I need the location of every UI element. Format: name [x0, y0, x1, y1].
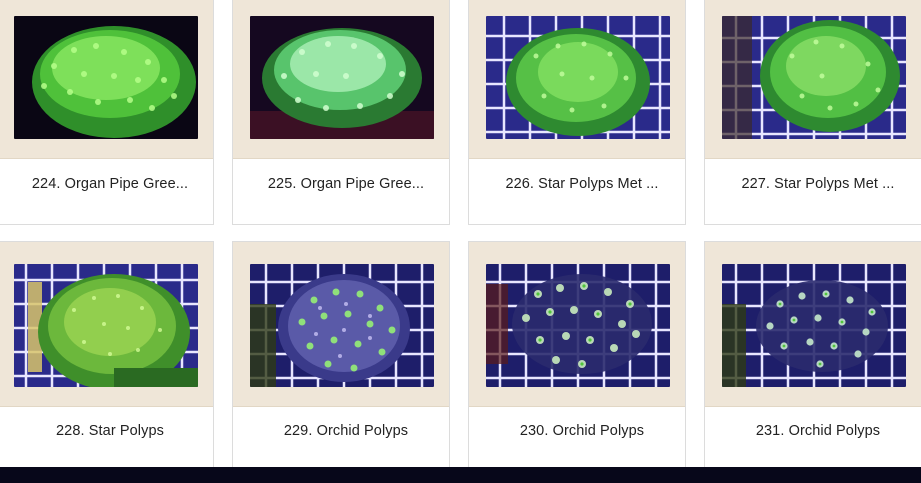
thumbnail-frame [233, 0, 449, 159]
product-card-227[interactable]: 227. Star Polyps Met ... [704, 0, 921, 225]
product-title-231[interactable]: 231. Orchid Polyps [715, 423, 921, 439]
thumbnail-frame [469, 242, 685, 407]
product-card-226[interactable]: 226. Star Polyps Met ... [468, 0, 686, 225]
product-title-226[interactable]: 226. Star Polyps Met ... [479, 176, 685, 192]
product-card-228[interactable]: 228. Star Polyps [0, 241, 214, 471]
thumbnail-frame [0, 0, 213, 159]
product-image-228[interactable] [14, 264, 198, 387]
product-card-230[interactable]: 230. Orchid Polyps [468, 241, 686, 471]
product-image-224[interactable] [14, 16, 198, 139]
product-card-225[interactable]: 225. Organ Pipe Gree... [232, 0, 450, 225]
product-image-231[interactable] [722, 264, 906, 387]
product-card-231[interactable]: 231. Orchid Polyps [704, 241, 921, 471]
bottom-bar [0, 467, 921, 483]
product-title-224[interactable]: 224. Organ Pipe Gree... [7, 176, 213, 192]
product-card-229[interactable]: 229. Orchid Polyps [232, 241, 450, 471]
product-gallery: 224. Organ Pipe Gree... 225. Organ Pipe … [0, 0, 921, 483]
product-image-226[interactable] [486, 16, 670, 139]
product-title-230[interactable]: 230. Orchid Polyps [479, 423, 685, 439]
product-title-227[interactable]: 227. Star Polyps Met ... [715, 176, 921, 192]
thumbnail-frame [705, 242, 921, 407]
product-image-225[interactable] [250, 16, 434, 139]
product-image-229[interactable] [250, 264, 434, 387]
product-title-228[interactable]: 228. Star Polyps [7, 423, 213, 439]
product-card-224[interactable]: 224. Organ Pipe Gree... [0, 0, 214, 225]
thumbnail-frame [0, 242, 213, 407]
product-image-230[interactable] [486, 264, 670, 387]
thumbnail-frame [233, 242, 449, 407]
thumbnail-frame [705, 0, 921, 159]
product-title-225[interactable]: 225. Organ Pipe Gree... [243, 176, 449, 192]
thumbnail-frame [469, 0, 685, 159]
product-title-229[interactable]: 229. Orchid Polyps [243, 423, 449, 439]
product-image-227[interactable] [722, 16, 906, 139]
